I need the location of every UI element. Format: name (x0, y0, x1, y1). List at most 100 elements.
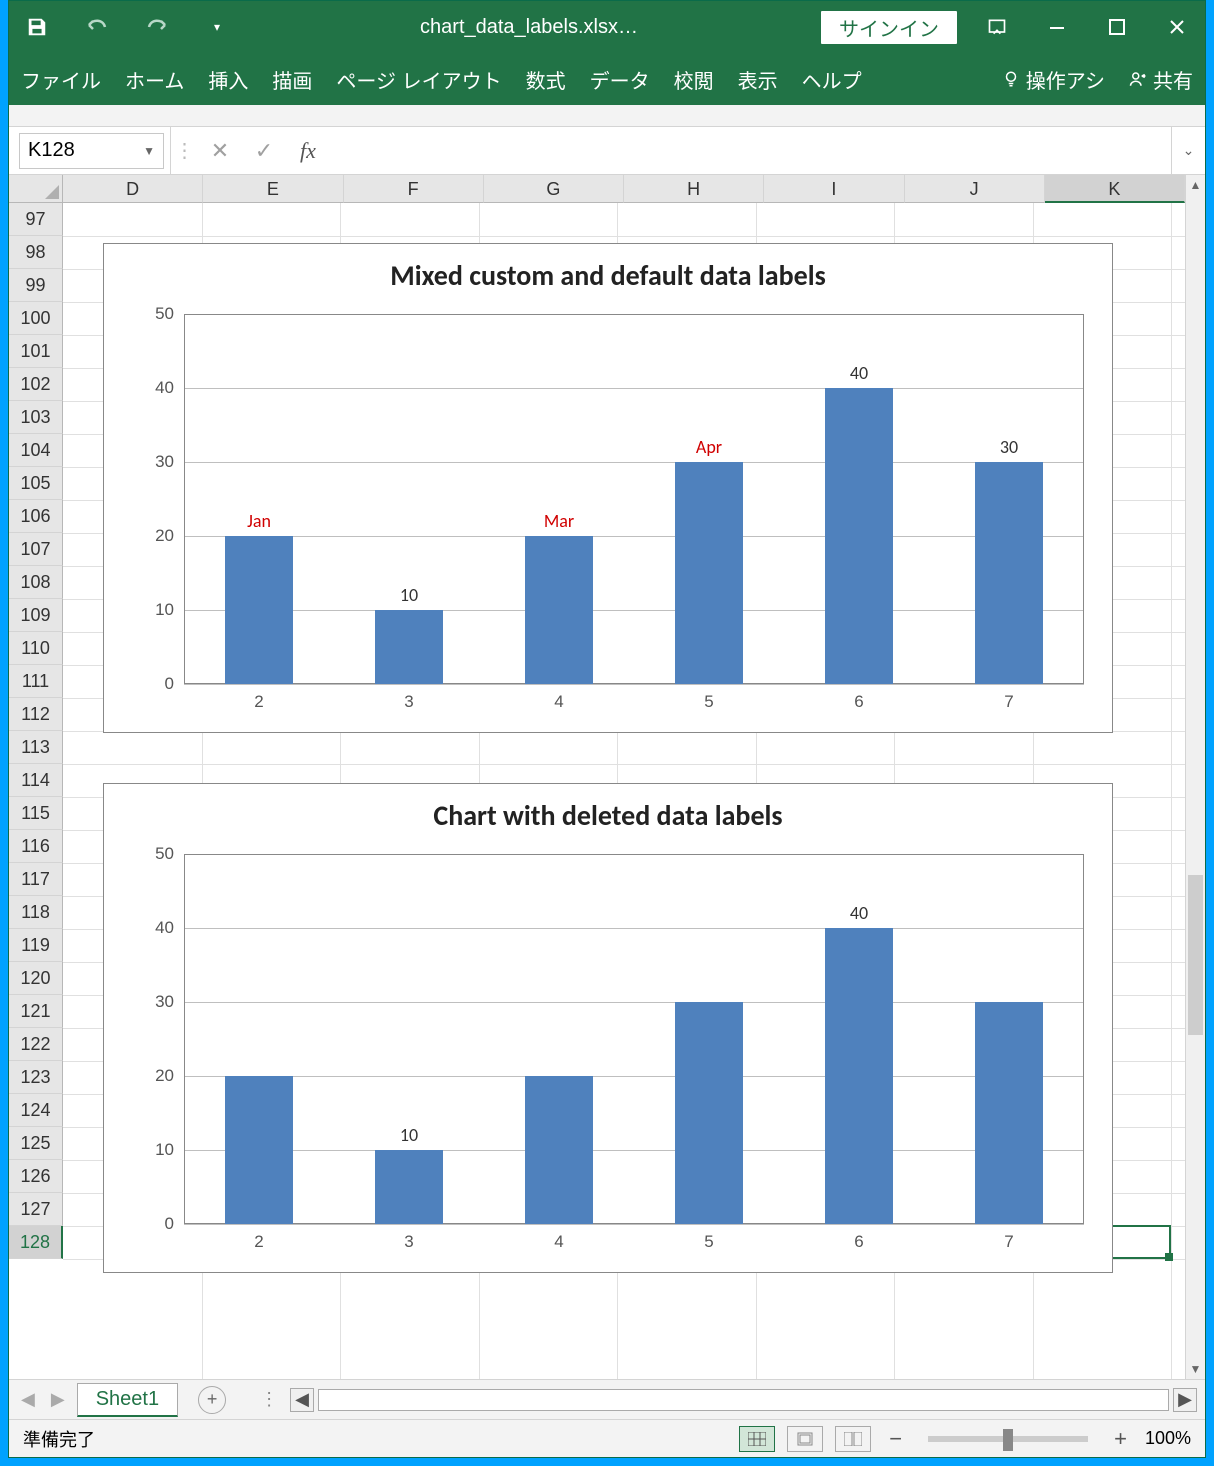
tab-insert[interactable]: 挿入 (208, 65, 248, 94)
bar[interactable] (825, 388, 893, 684)
row-header-125[interactable]: 125 (9, 1127, 63, 1160)
column-header-G[interactable]: G (484, 175, 624, 203)
row-header-105[interactable]: 105 (9, 467, 63, 500)
name-box[interactable]: K128▼ (19, 133, 164, 169)
tab-review[interactable]: 校閲 (674, 65, 714, 94)
column-header-K[interactable]: K (1045, 175, 1185, 203)
row-header-124[interactable]: 124 (9, 1094, 63, 1127)
bar[interactable] (225, 536, 293, 684)
row-header-121[interactable]: 121 (9, 995, 63, 1028)
view-normal-button[interactable] (739, 1426, 775, 1452)
tab-formulas[interactable]: 数式 (526, 65, 566, 94)
column-header-D[interactable]: D (63, 175, 203, 203)
select-all-corner[interactable] (9, 175, 63, 203)
tab-view[interactable]: 表示 (738, 65, 778, 94)
scroll-down-icon[interactable]: ▼ (1186, 1359, 1205, 1379)
zoom-slider[interactable] (928, 1436, 1088, 1442)
row-header-104[interactable]: 104 (9, 434, 63, 467)
column-header-I[interactable]: I (764, 175, 904, 203)
hscroll-left-icon[interactable]: ◀ (290, 1388, 314, 1412)
row-header-103[interactable]: 103 (9, 401, 63, 434)
bar[interactable] (825, 928, 893, 1224)
bar[interactable] (225, 1076, 293, 1224)
maximize-icon[interactable] (1097, 7, 1137, 47)
save-icon[interactable] (17, 7, 57, 47)
row-header-122[interactable]: 122 (9, 1028, 63, 1061)
row-header-126[interactable]: 126 (9, 1160, 63, 1193)
bar[interactable] (975, 462, 1043, 684)
sheet-nav-prev-icon[interactable]: ◀ (17, 1389, 39, 1410)
chevron-down-icon[interactable]: ▼ (143, 144, 155, 158)
row-header-113[interactable]: 113 (9, 731, 63, 764)
row-header-99[interactable]: 99 (9, 269, 63, 302)
row-header-114[interactable]: 114 (9, 764, 63, 797)
undo-icon[interactable] (77, 7, 117, 47)
horizontal-scrollbar[interactable] (318, 1389, 1169, 1411)
zoom-level[interactable]: 100% (1145, 1428, 1191, 1449)
tab-home[interactable]: ホーム (125, 65, 184, 94)
chart-0[interactable]: Mixed custom and default data labels0102… (103, 243, 1113, 733)
row-header-119[interactable]: 119 (9, 929, 63, 962)
row-header-118[interactable]: 118 (9, 896, 63, 929)
bar[interactable] (975, 1002, 1043, 1224)
row-header-106[interactable]: 106 (9, 500, 63, 533)
new-sheet-button[interactable]: + (198, 1386, 226, 1414)
bar[interactable] (525, 536, 593, 684)
qat-customize-icon[interactable]: ▾ (197, 7, 237, 47)
row-header-109[interactable]: 109 (9, 599, 63, 632)
row-header-102[interactable]: 102 (9, 368, 63, 401)
formula-input[interactable] (330, 133, 1171, 169)
row-header-120[interactable]: 120 (9, 962, 63, 995)
close-icon[interactable] (1157, 7, 1197, 47)
signin-button[interactable]: サインイン (821, 11, 957, 44)
row-header-111[interactable]: 111 (9, 665, 63, 698)
share-button[interactable]: 共有 (1129, 65, 1193, 94)
worksheet-grid[interactable]: DEFGHIJK 9798991001011021031041051061071… (9, 175, 1205, 1379)
row-header-116[interactable]: 116 (9, 830, 63, 863)
fx-icon[interactable]: fx (286, 138, 330, 164)
view-page-break-button[interactable] (835, 1426, 871, 1452)
column-header-F[interactable]: F (344, 175, 484, 203)
minimize-icon[interactable] (1037, 7, 1077, 47)
sheet-nav-next-icon[interactable]: ▶ (47, 1389, 69, 1410)
scroll-thumb[interactable] (1188, 875, 1203, 1035)
tab-data[interactable]: データ (590, 65, 650, 94)
row-header-127[interactable]: 127 (9, 1193, 63, 1226)
row-header-100[interactable]: 100 (9, 302, 63, 335)
bar[interactable] (375, 610, 443, 684)
ribbon-display-icon[interactable] (977, 7, 1017, 47)
hscroll-right-icon[interactable]: ▶ (1173, 1388, 1197, 1412)
splitter-icon[interactable]: ⋮ (254, 1389, 286, 1410)
cells-area[interactable]: Mixed custom and default data labels0102… (63, 203, 1185, 1379)
column-header-H[interactable]: H (624, 175, 764, 203)
tell-me-button[interactable]: 操作アシ (1002, 65, 1105, 94)
bar[interactable] (675, 462, 743, 684)
tab-draw[interactable]: 描画 (272, 65, 312, 94)
row-header-108[interactable]: 108 (9, 566, 63, 599)
row-header-101[interactable]: 101 (9, 335, 63, 368)
redo-icon[interactable] (137, 7, 177, 47)
column-header-J[interactable]: J (905, 175, 1045, 203)
chart-1[interactable]: Chart with deleted data labels0102030405… (103, 783, 1113, 1273)
vertical-scrollbar[interactable]: ▲ ▼ (1185, 175, 1205, 1379)
row-header-110[interactable]: 110 (9, 632, 63, 665)
view-page-layout-button[interactable] (787, 1426, 823, 1452)
zoom-in-button[interactable]: + (1108, 1426, 1133, 1452)
zoom-out-button[interactable]: − (883, 1426, 908, 1452)
row-header-98[interactable]: 98 (9, 236, 63, 269)
bar[interactable] (525, 1076, 593, 1224)
tab-pagelayout[interactable]: ページ レイアウト (336, 65, 501, 94)
row-header-115[interactable]: 115 (9, 797, 63, 830)
tab-file[interactable]: ファイル (21, 65, 101, 94)
row-header-97[interactable]: 97 (9, 203, 63, 236)
bar[interactable] (375, 1150, 443, 1224)
tab-help[interactable]: ヘルプ (802, 65, 862, 94)
row-header-117[interactable]: 117 (9, 863, 63, 896)
column-header-E[interactable]: E (203, 175, 343, 203)
row-header-123[interactable]: 123 (9, 1061, 63, 1094)
row-header-128[interactable]: 128 (9, 1226, 63, 1259)
row-header-107[interactable]: 107 (9, 533, 63, 566)
sheet-tab-sheet1[interactable]: Sheet1 (77, 1383, 178, 1417)
bar[interactable] (675, 1002, 743, 1224)
expand-formula-bar-icon[interactable]: ⌄ (1171, 127, 1205, 174)
